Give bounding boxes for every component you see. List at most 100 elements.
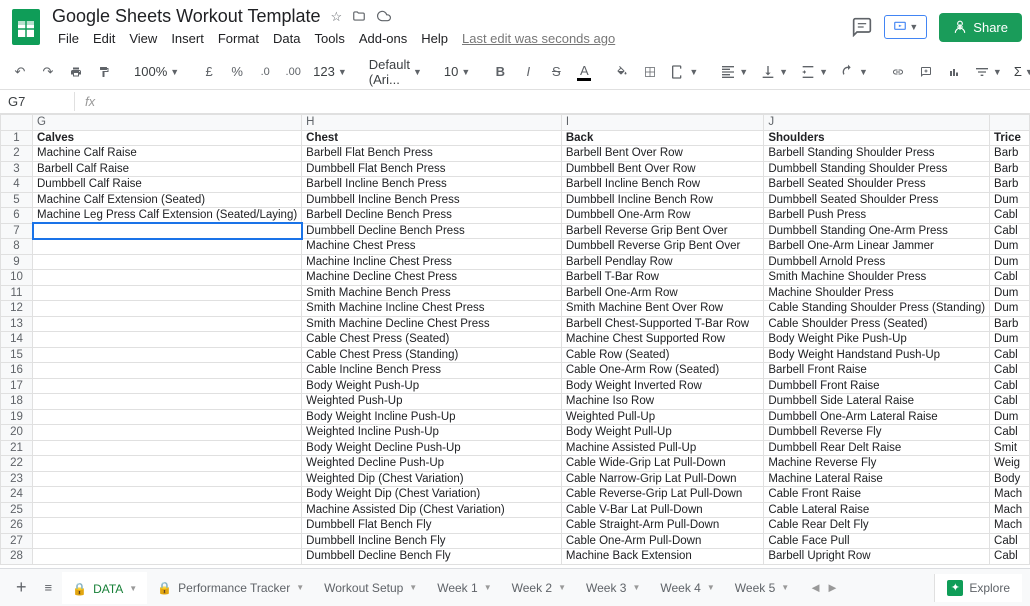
cell[interactable]: Cable Lateral Raise [764,502,990,518]
currency-icon[interactable]: £ [197,59,221,85]
cell[interactable]: Cabl [990,270,1030,286]
cell[interactable]: Barbell Decline Bench Press [302,208,562,224]
print-icon[interactable] [64,59,88,85]
row-header[interactable]: 28 [1,549,33,565]
tab-performance-tracker[interactable]: 🔒Performance Tracker▼ [147,572,314,604]
cell[interactable]: Smith Machine Shoulder Press [764,270,990,286]
cell[interactable]: Barbell Reverse Grip Bent Over [561,223,763,239]
cell[interactable]: Weig [990,456,1030,472]
cell[interactable] [33,223,302,239]
row-header[interactable]: 15 [1,347,33,363]
cell[interactable]: Cabl [990,533,1030,549]
cell[interactable]: Dum [990,192,1030,208]
cell[interactable]: Cable Chest Press (Standing) [302,347,562,363]
cell[interactable]: Machine Assisted Dip (Chest Variation) [302,502,562,518]
row-header[interactable]: 26 [1,518,33,534]
cell[interactable] [33,270,302,286]
cell[interactable]: Mach [990,518,1030,534]
cell[interactable]: Machine Assisted Pull-Up [561,440,763,456]
cell[interactable]: Shoulders [764,130,990,146]
cell[interactable]: Cabl [990,208,1030,224]
cell[interactable]: Dumbbell Seated Shoulder Press [764,192,990,208]
number-format-select[interactable]: 123▼ [309,62,351,81]
tab-week-1[interactable]: Week 1▼ [427,572,501,604]
bold-icon[interactable]: B [488,59,512,85]
cell[interactable]: Dumbbell One-Arm Row [561,208,763,224]
cell[interactable]: Body Weight Pull-Up [561,425,763,441]
cell[interactable] [33,316,302,332]
cell[interactable]: Barbell Incline Bench Press [302,177,562,193]
cell[interactable]: Barbell Calf Raise [33,161,302,177]
paint-format-icon[interactable] [92,59,116,85]
cell[interactable]: Barbell One-Arm Linear Jammer [764,239,990,255]
col-header[interactable] [990,115,1030,131]
cell[interactable]: Machine Reverse Fly [764,456,990,472]
cell[interactable]: Cabl [990,425,1030,441]
cell[interactable] [33,549,302,565]
merge-icon[interactable]: ▼ [666,62,702,82]
cell[interactable] [33,254,302,270]
row-header[interactable]: 16 [1,363,33,379]
row-header[interactable]: 2 [1,146,33,162]
zoom-select[interactable]: 100%▼ [130,62,183,81]
menu-tools[interactable]: Tools [308,29,350,48]
cell[interactable]: Dumbbell Flat Bench Press [302,161,562,177]
row-header[interactable]: 24 [1,487,33,503]
cell[interactable]: Cabl [990,394,1030,410]
row-header[interactable]: 18 [1,394,33,410]
cell[interactable]: Machine Chest Supported Row [561,332,763,348]
cell[interactable]: Dumbbell Rear Delt Raise [764,440,990,456]
tab-week-2[interactable]: Week 2▼ [502,572,576,604]
cell[interactable]: Weighted Incline Push-Up [302,425,562,441]
cell[interactable] [33,502,302,518]
row-header[interactable]: 23 [1,471,33,487]
chart-icon[interactable] [942,59,966,85]
cell[interactable]: Dumbbell Flat Bench Fly [302,518,562,534]
cell[interactable]: Mach [990,487,1030,503]
decrease-decimal-icon[interactable]: .0 [253,59,277,85]
col-header[interactable]: J [764,115,990,131]
wrap-icon[interactable]: ▼ [796,62,832,82]
cell[interactable] [33,285,302,301]
cell[interactable]: Barbell T-Bar Row [561,270,763,286]
valign-icon[interactable]: ▼ [756,62,792,82]
cell[interactable]: Barbell Chest-Supported T-Bar Row [561,316,763,332]
cell[interactable]: Cable Chest Press (Seated) [302,332,562,348]
cell[interactable]: Cable Straight-Arm Pull-Down [561,518,763,534]
row-header[interactable]: 7 [1,223,33,239]
increase-decimal-icon[interactable]: .00 [281,59,305,85]
col-header[interactable] [1,115,33,131]
cell[interactable]: Smith Machine Bench Press [302,285,562,301]
cell[interactable]: Machine Incline Chest Press [302,254,562,270]
cell[interactable]: Dumbbell Bent Over Row [561,161,763,177]
percent-icon[interactable]: % [225,59,249,85]
cell[interactable]: Cable Rear Delt Fly [764,518,990,534]
cell[interactable]: Cabl [990,549,1030,565]
fontsize-select[interactable]: 10▼ [440,62,474,81]
redo-icon[interactable]: ↷ [36,59,60,85]
cell[interactable]: Cable One-Arm Pull-Down [561,533,763,549]
cell[interactable]: Dumbbell Arnold Press [764,254,990,270]
cell[interactable] [33,332,302,348]
cell[interactable]: Smit [990,440,1030,456]
cell[interactable]: Barbell Front Raise [764,363,990,379]
cell[interactable] [33,440,302,456]
cell[interactable]: Cable Face Pull [764,533,990,549]
row-header[interactable]: 14 [1,332,33,348]
cell[interactable]: Smith Machine Incline Chest Press [302,301,562,317]
all-sheets-icon[interactable]: ≡ [37,574,61,601]
cell[interactable]: Cable Incline Bench Press [302,363,562,379]
cell[interactable]: Dumbbell One-Arm Lateral Raise [764,409,990,425]
cell[interactable]: Cabl [990,347,1030,363]
menu-add-ons[interactable]: Add-ons [353,29,413,48]
rotate-icon[interactable]: ▼ [836,62,872,82]
cell[interactable]: Cable Row (Seated) [561,347,763,363]
cell[interactable]: Cable Reverse-Grip Lat Pull-Down [561,487,763,503]
comment-add-icon[interactable] [914,59,938,85]
cell[interactable]: Cable Narrow-Grip Lat Pull-Down [561,471,763,487]
cell[interactable]: Machine Iso Row [561,394,763,410]
cell[interactable]: Mach [990,502,1030,518]
cell[interactable]: Barbell Push Press [764,208,990,224]
cell[interactable]: Barbell Pendlay Row [561,254,763,270]
cell[interactable]: Dum [990,239,1030,255]
